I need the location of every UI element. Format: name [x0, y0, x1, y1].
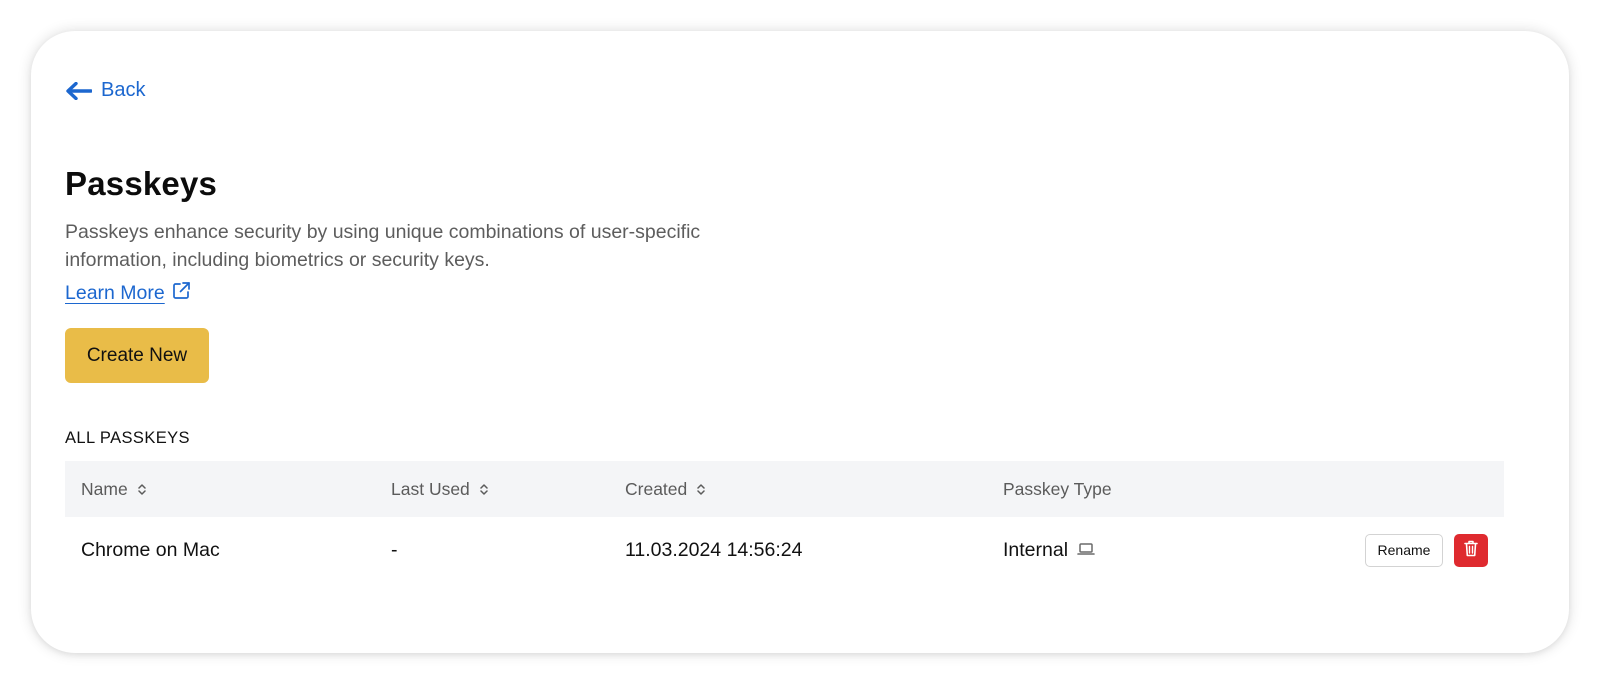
trash-icon — [1464, 540, 1478, 560]
row-actions: Rename — [1365, 517, 1488, 583]
passkey-last-used: - — [391, 538, 398, 561]
column-header-created[interactable]: Created — [625, 461, 706, 517]
column-header-passkey-type: Passkey Type — [1003, 461, 1112, 517]
column-header-label: Created — [625, 478, 688, 499]
passkey-created: 11.03.2024 14:56:24 — [625, 538, 803, 561]
page-title: Passkeys — [65, 165, 218, 202]
sort-icon — [480, 483, 488, 496]
section-label: ALL PASSKEYS — [65, 429, 190, 447]
passkey-type: Internal — [1003, 517, 1095, 583]
column-header-last-used[interactable]: Last Used — [391, 461, 488, 517]
learn-more-label: Learn More — [65, 282, 165, 304]
back-link[interactable]: Back — [66, 79, 145, 102]
sort-icon — [697, 483, 706, 496]
passkey-type-label: Internal — [1003, 538, 1069, 561]
create-new-button[interactable]: Create New — [65, 328, 209, 383]
passkeys-card: Back Passkeys Passkeys enhance security … — [31, 31, 1569, 653]
table-header: Name Last Used Created Passkey Type — [65, 461, 1504, 517]
laptop-icon — [1077, 539, 1095, 562]
column-header-label: Last Used — [391, 478, 470, 499]
passkey-name: Chrome on Mac — [81, 538, 220, 561]
column-header-label: Passkey Type — [1003, 478, 1112, 499]
column-header-label: Name — [81, 478, 128, 499]
arrow-left-icon — [66, 81, 92, 100]
delete-button[interactable] — [1454, 533, 1488, 567]
rename-button[interactable]: Rename — [1365, 533, 1443, 567]
sort-icon — [137, 483, 146, 496]
external-link-icon — [172, 281, 191, 306]
back-label: Back — [101, 79, 146, 101]
column-header-name[interactable]: Name — [81, 461, 146, 517]
table-row: Chrome on Mac - 11.03.2024 14:56:24 Inte… — [65, 517, 1504, 583]
page-description: Passkeys enhance security by using uniqu… — [65, 221, 701, 271]
passkeys-table: Name Last Used Created Passkey Type Chro… — [65, 461, 1504, 583]
learn-more-link[interactable]: Learn More — [65, 281, 191, 306]
